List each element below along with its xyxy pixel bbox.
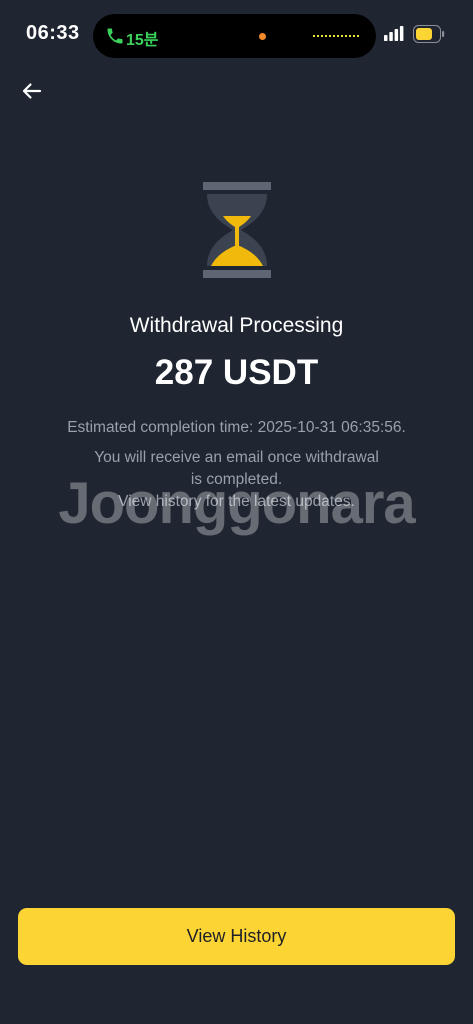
dynamic-island[interactable]: 15분	[93, 14, 376, 58]
hourglass-icon	[203, 182, 271, 278]
status-info-text: You will receive an email once withdrawa…	[60, 447, 413, 513]
battery-icon	[413, 25, 445, 43]
info-line-email: You will receive an email once withdrawa…	[94, 449, 379, 466]
info-line-completed: is completed.	[190, 471, 283, 488]
microphone-indicator	[259, 33, 266, 40]
audio-waveform-icon	[313, 35, 359, 37]
withdrawal-processing-screen: 06:33 15분 Withdrawal Processing 287 USDT…	[0, 0, 473, 1024]
call-duration: 15분	[126, 32, 159, 49]
back-button[interactable]	[16, 76, 48, 106]
view-history-button[interactable]: View History	[18, 908, 455, 965]
status-bar: 06:33 15분	[0, 0, 473, 70]
status-time: 06:33	[26, 22, 80, 44]
arrow-left-icon	[22, 83, 42, 99]
status-title: Withdrawal Processing	[129, 314, 344, 337]
phone-call-icon	[107, 28, 123, 44]
estimated-completion-time: Estimated completion time: 2025-10-31 06…	[67, 419, 406, 436]
withdrawal-amount: 287 USDT	[154, 353, 319, 392]
cellular-signal-icon	[384, 26, 404, 41]
info-line-history: View history for the latest updates.	[118, 493, 355, 510]
